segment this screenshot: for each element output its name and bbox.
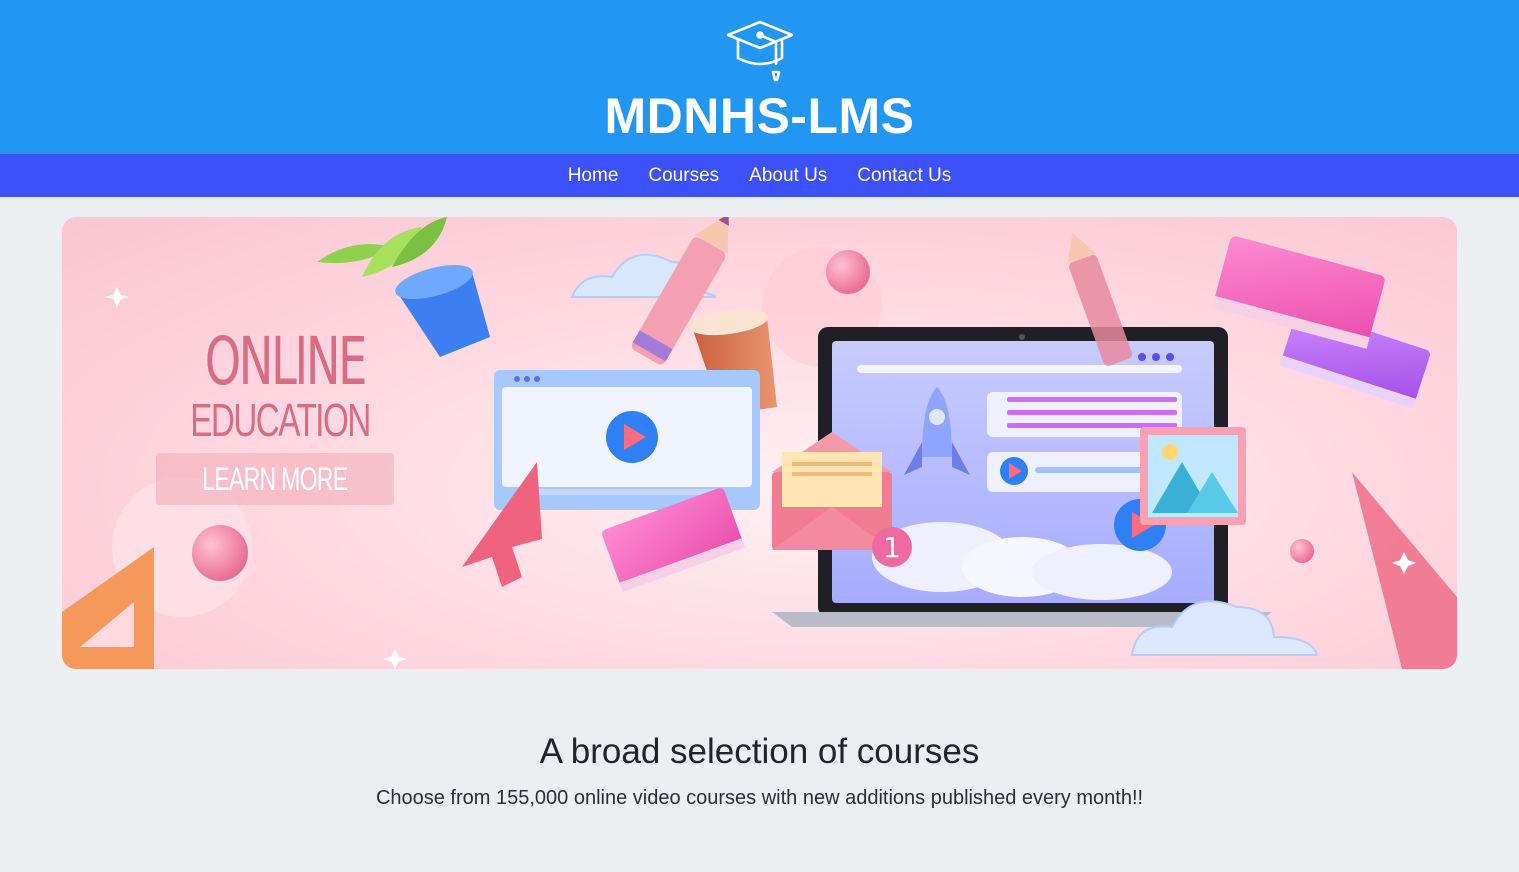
nav-about-link[interactable]: About Us: [749, 165, 827, 187]
courses-intro-section: A broad selection of courses Choose from…: [0, 731, 1519, 810]
learn-more-button[interactable]: LEARN MORE: [156, 453, 394, 505]
hero-headline: ONLINE: [204, 323, 368, 400]
hero-container: 1 ONLINE EDUCATION LEARN MORE: [0, 197, 1519, 669]
notification-badge: 1: [883, 531, 901, 564]
hero-subheadline: EDUCATION: [190, 394, 371, 446]
nav-contact-link[interactable]: Contact Us: [857, 165, 951, 187]
image-card-icon: [1140, 427, 1246, 525]
nav-courses-link[interactable]: Courses: [648, 165, 719, 187]
graduation-cap-icon: [726, 20, 793, 82]
site-title: MDNHS-LMS: [604, 88, 915, 144]
site-header: MDNHS-LMS: [0, 0, 1519, 154]
courses-section-subtitle: Choose from 155,000 online video courses…: [375, 787, 1144, 809]
main-nav: Home Courses About Us Contact Us: [0, 154, 1519, 197]
learn-more-label: LEARN MORE: [202, 460, 348, 497]
courses-section-title: A broad selection of courses: [539, 732, 980, 771]
hero-banner: 1 ONLINE EDUCATION LEARN MORE: [62, 217, 1457, 669]
nav-home-link[interactable]: Home: [568, 165, 619, 187]
